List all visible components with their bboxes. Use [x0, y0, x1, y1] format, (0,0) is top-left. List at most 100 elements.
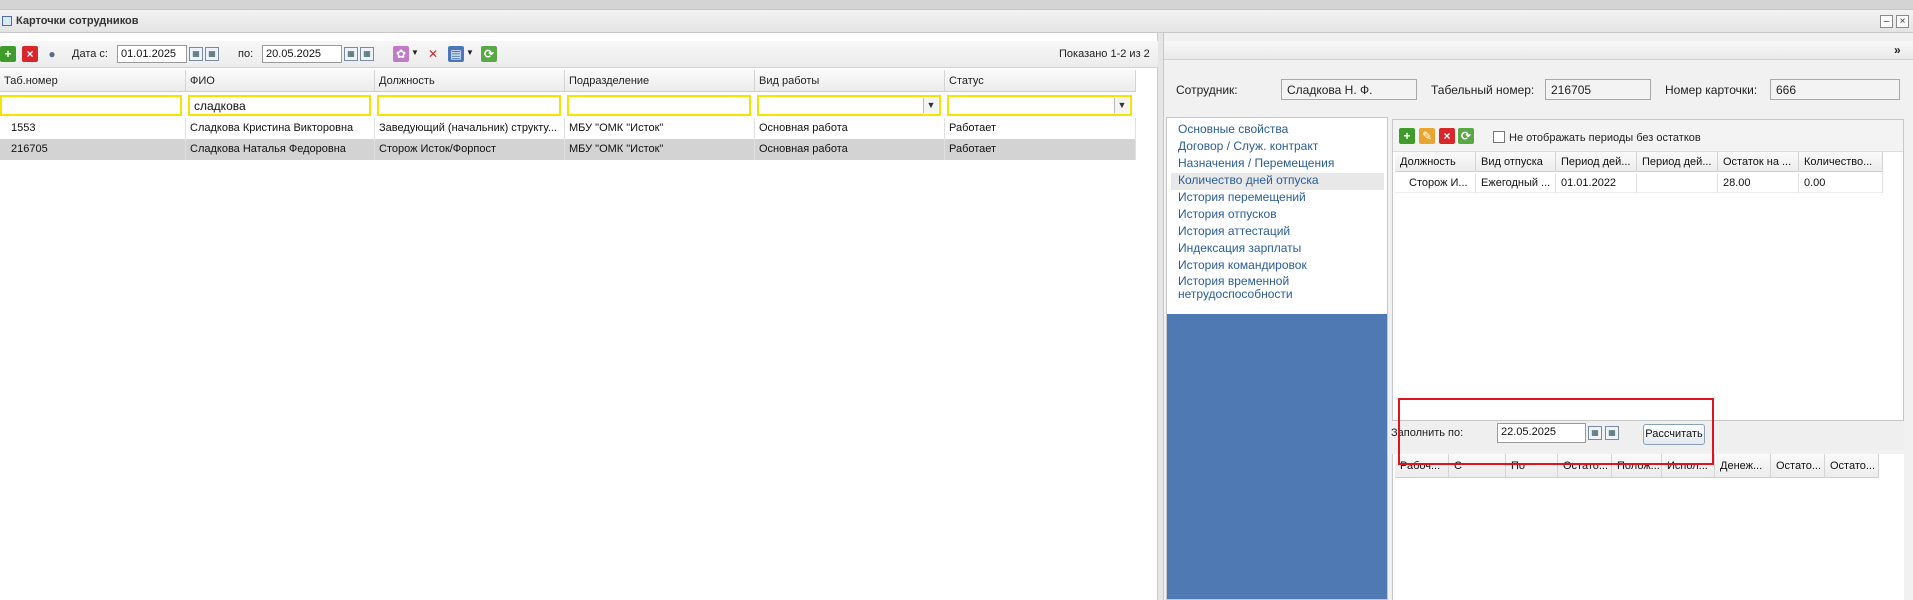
column-header-remainder-2[interactable]: Остато...: [1771, 454, 1825, 478]
nav-item-vacation-history[interactable]: История отпусков: [1178, 207, 1277, 221]
column-header-vacation-type[interactable]: Вид отпуска: [1476, 152, 1556, 172]
close-button[interactable]: ×: [1896, 15, 1909, 28]
dropdown-arrow-icon[interactable]: ▼: [466, 48, 474, 57]
vacation-toolbar: + ✎ × ⟳ Не отображать периоды без остатк…: [1393, 120, 1903, 152]
delete-icon[interactable]: ×: [22, 46, 38, 62]
nav-item-transfer-history[interactable]: История перемещений: [1178, 190, 1306, 204]
date-from-input[interactable]: 01.01.2025: [117, 45, 187, 63]
tab-number-label: Табельный номер:: [1431, 83, 1535, 97]
top-strip: [0, 0, 1913, 10]
window-icon: [2, 16, 12, 26]
table-row[interactable]: 1553 Сладкова Кристина Викторовна Заведу…: [0, 118, 1136, 139]
column-header-quantity[interactable]: Количество...: [1799, 152, 1883, 172]
card-number-label: Номер карточки:: [1665, 83, 1758, 97]
column-header-department[interactable]: Подразделение: [565, 70, 755, 92]
clear-filter-icon[interactable]: ✕: [425, 46, 441, 62]
cell-status: Работает: [945, 139, 1136, 160]
tab-number-field: 216705: [1545, 79, 1651, 100]
edit-icon[interactable]: ✎: [1419, 128, 1435, 144]
chevron-down-icon[interactable]: ▼: [1114, 98, 1129, 113]
window-title: Карточки сотрудников: [16, 15, 139, 27]
nav-item-contract[interactable]: Договор / Служ. контракт: [1178, 139, 1318, 153]
highlight-box: [1398, 398, 1714, 465]
column-header-work-type[interactable]: Вид работы: [755, 70, 945, 92]
cell-fio: Сладкова Кристина Викторовна: [186, 118, 375, 139]
calendar-go-icon[interactable]: ▦: [205, 47, 219, 61]
chevron-down-icon[interactable]: ▼: [923, 98, 938, 113]
print-icon[interactable]: ▤: [448, 46, 464, 62]
cell-position: Сторож Исток/Форпост: [375, 139, 565, 160]
cell-work-type: Основная работа: [755, 118, 945, 139]
dropdown-arrow-icon[interactable]: ▼: [411, 48, 419, 57]
column-header-status[interactable]: Статус: [945, 70, 1136, 92]
column-header-balance[interactable]: Остаток на ...: [1718, 152, 1799, 172]
table-row[interactable]: Сторож И... Ежегодный ... 01.01.2022 28.…: [1395, 173, 1883, 193]
cell-fio: Сладкова Наталья Федоровна: [186, 139, 375, 160]
cell-status: Работает: [945, 118, 1136, 139]
cell-work-type: Основная работа: [755, 139, 945, 160]
detail-header-strip: »: [1164, 41, 1913, 60]
nav-item-trip-history[interactable]: История командировок: [1178, 258, 1307, 272]
filter-department-input[interactable]: [567, 95, 751, 116]
table-row-selected[interactable]: 216705 Сладкова Наталья Федоровна Сторож…: [0, 139, 1136, 160]
nav-item-main-properties[interactable]: Основные свойства: [1178, 122, 1288, 136]
cell-department: МБУ "ОМК "Исток": [565, 139, 755, 160]
refresh-icon[interactable]: ⟳: [1458, 128, 1474, 144]
column-header-tab[interactable]: Таб.номер: [0, 70, 186, 92]
calendar-icon[interactable]: ▦: [189, 47, 203, 61]
nav-list: Основные свойства Договор / Служ. контра…: [1167, 118, 1387, 314]
filter-fio-input[interactable]: сладкова: [188, 95, 371, 116]
filter-row: сладкова ▼ ▼: [0, 93, 1136, 118]
window-titlebar: Карточки сотрудников – ×: [0, 10, 1913, 33]
employee-field: Сладкова Н. Ф.: [1281, 79, 1417, 100]
cell-position: Сторож И...: [1395, 173, 1476, 193]
calendar-go-icon[interactable]: ▦: [360, 47, 374, 61]
hide-empty-periods-checkbox[interactable]: [1493, 131, 1505, 143]
list-toolbar: + × ● Дата с: 01.01.2025 ▦ ▦ по: 20.05.2…: [0, 41, 1158, 68]
calendar-icon[interactable]: ▦: [344, 47, 358, 61]
column-header-period-end[interactable]: Период дей...: [1637, 152, 1718, 172]
filter-status-select[interactable]: ▼: [947, 95, 1132, 116]
employee-label: Сотрудник:: [1176, 83, 1238, 97]
person-icon[interactable]: ●: [44, 46, 60, 62]
nav-item-vacation-days[interactable]: Количество дней отпуска: [1178, 173, 1319, 187]
filter-tab-input[interactable]: [0, 95, 182, 116]
column-header-fio[interactable]: ФИО: [186, 70, 375, 92]
plus-icon[interactable]: +: [1399, 128, 1415, 144]
vacation-grid-header: Должность Вид отпуска Период дей... Пери…: [1395, 152, 1883, 172]
card-number-field: 666: [1770, 79, 1900, 100]
filter-work-type-select[interactable]: ▼: [757, 95, 941, 116]
detail-nav-panel: Основные свойства Договор / Служ. контра…: [1166, 117, 1388, 600]
vacation-days-panel: + ✎ × ⟳ Не отображать периоды без остатк…: [1392, 119, 1904, 421]
calculation-grid: Рабоч... С По Остато... Полож... Испол..…: [1392, 454, 1904, 600]
settings-menu-icon[interactable]: ✿: [393, 46, 409, 62]
column-header-monetary[interactable]: Денеж...: [1715, 454, 1771, 478]
column-header-position[interactable]: Должность: [375, 70, 565, 92]
minimize-button[interactable]: –: [1880, 15, 1893, 28]
filter-position-input[interactable]: [377, 95, 561, 116]
column-header-period-start[interactable]: Период дей...: [1556, 152, 1637, 172]
hide-empty-periods-label: Не отображать периоды без остатков: [1509, 132, 1701, 144]
nav-item-sick-leave-history[interactable]: История временной нетрудоспособности: [1178, 275, 1308, 301]
cell-period-start: 01.01.2022: [1556, 173, 1637, 193]
records-count-label: Показано 1-2 из 2: [1059, 48, 1150, 60]
refresh-icon[interactable]: ⟳: [481, 46, 497, 62]
date-to-input[interactable]: 20.05.2025: [262, 45, 342, 63]
cell-position: Заведующий (начальник) структу...: [375, 118, 565, 139]
date-to-label: по:: [238, 48, 254, 60]
plus-icon[interactable]: +: [0, 46, 16, 62]
cell-tab: 1553: [0, 118, 186, 139]
column-header-position[interactable]: Должность: [1395, 152, 1476, 172]
cell-period-end: [1637, 173, 1718, 193]
nav-item-attestation-history[interactable]: История аттестаций: [1178, 224, 1290, 238]
nav-item-salary-indexation[interactable]: Индексация зарплаты: [1178, 241, 1301, 255]
date-from-label: Дата с:: [72, 48, 108, 60]
cell-quantity: 0.00: [1799, 173, 1883, 193]
delete-icon[interactable]: ×: [1439, 128, 1455, 144]
cell-balance: 28.00: [1718, 173, 1799, 193]
cell-vacation-type: Ежегодный ...: [1476, 173, 1556, 193]
grid-header: Таб.номер ФИО Должность Подразделение Ви…: [0, 70, 1136, 92]
column-header-remainder-3[interactable]: Остато...: [1825, 454, 1879, 478]
nav-item-assignments[interactable]: Назначения / Перемещения: [1178, 156, 1334, 170]
expand-icon[interactable]: »: [1894, 43, 1901, 57]
